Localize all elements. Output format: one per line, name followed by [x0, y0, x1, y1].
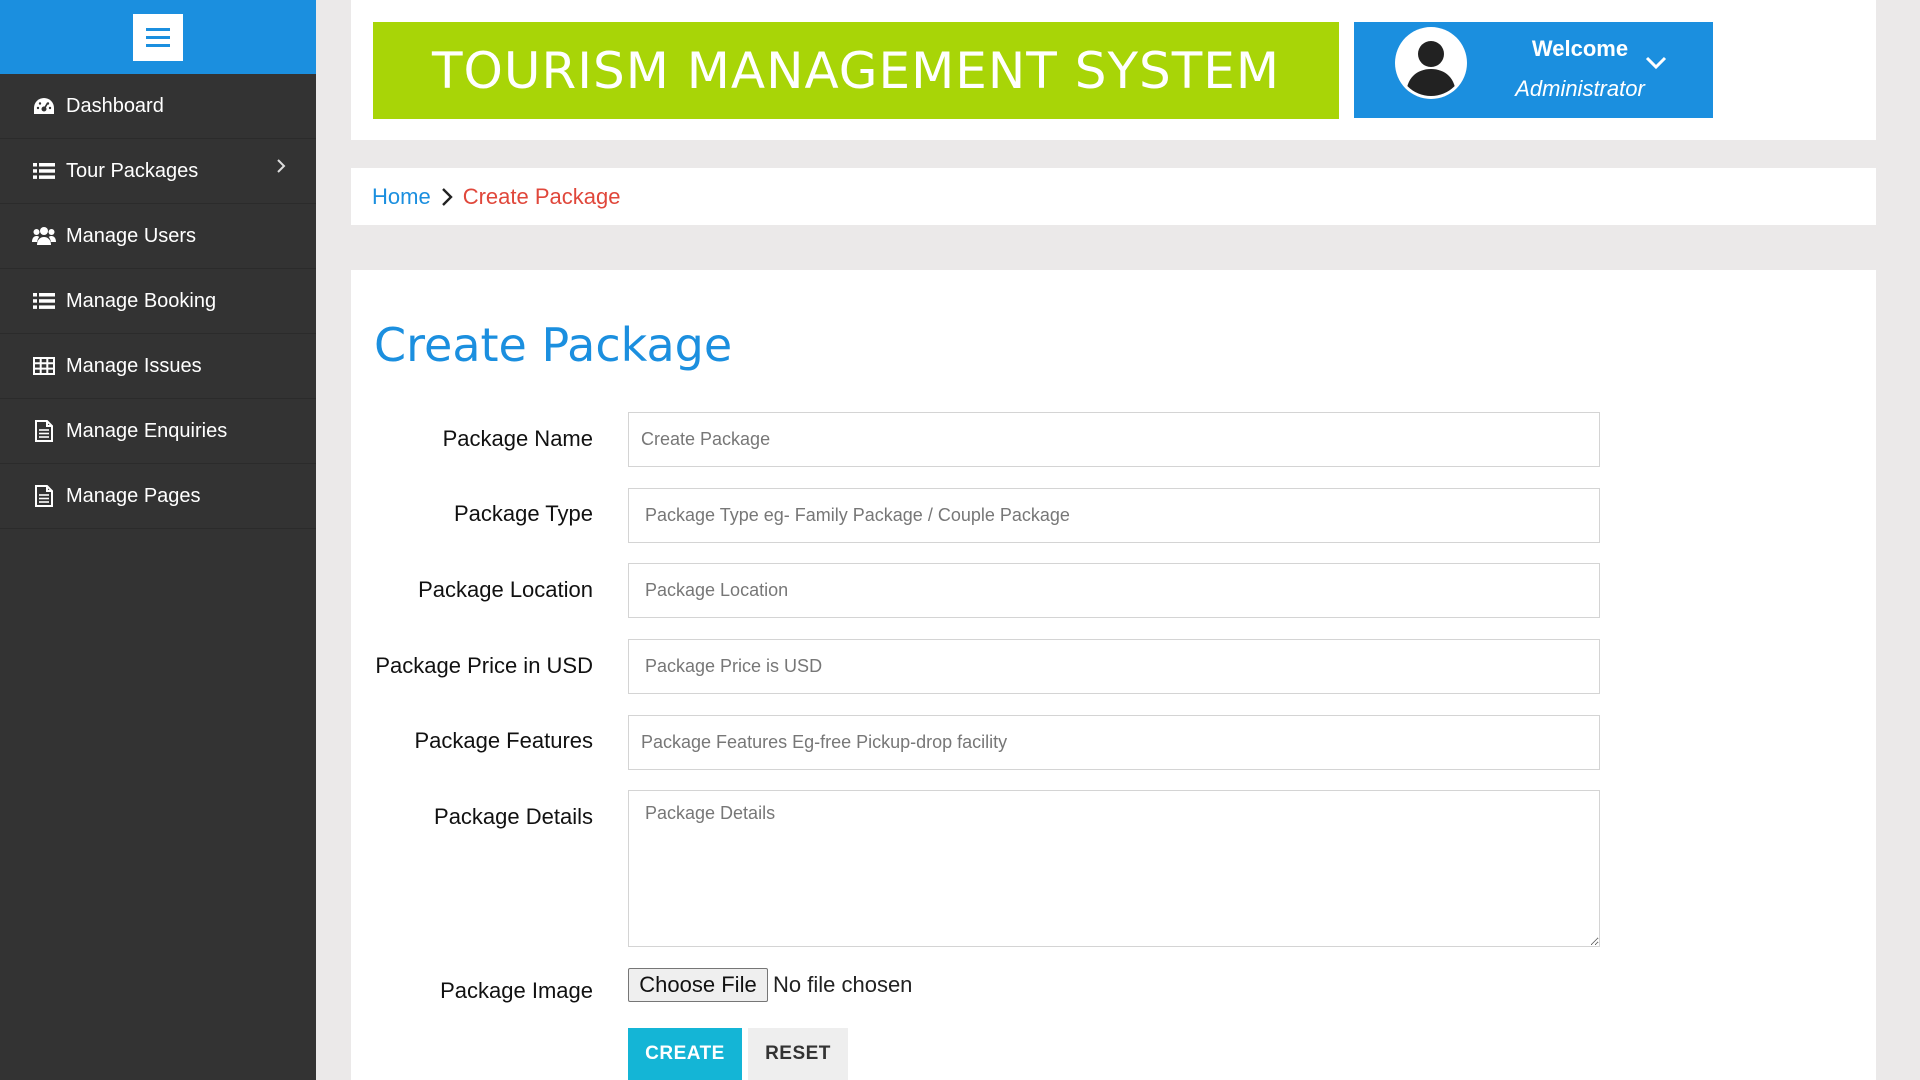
document-icon — [32, 485, 56, 507]
sidebar-item-manage-issues[interactable]: Manage Issues — [0, 334, 316, 399]
reset-button[interactable]: RESET — [748, 1028, 848, 1080]
sidebar: Dashboard Tour Packages Manage Users Man… — [0, 0, 316, 1080]
sidebar-item-manage-pages[interactable]: Manage Pages — [0, 464, 316, 529]
breadcrumb: Home Create Package — [351, 168, 1876, 225]
list-icon — [32, 290, 56, 312]
breadcrumb-current: Create Package — [462, 183, 621, 209]
sidebar-item-tour-packages[interactable]: Tour Packages — [0, 139, 316, 204]
package-price-label: Package Price in USD — [375, 653, 593, 678]
hamburger-line — [146, 35, 170, 39]
package-details-label: Package Details — [434, 804, 593, 829]
sidebar-item-label: Manage Users — [66, 224, 197, 247]
brand-banner: TOURISM MANAGEMENT SYSTEM — [373, 22, 1339, 119]
chevron-right-icon — [441, 187, 453, 207]
package-price-input[interactable] — [628, 639, 1600, 694]
users-icon — [32, 225, 56, 247]
welcome-text: Welcome — [1531, 36, 1629, 61]
document-icon — [32, 420, 56, 442]
package-name-input[interactable] — [628, 412, 1600, 467]
create-button[interactable]: CREATE — [628, 1028, 742, 1080]
sidebar-item-manage-booking[interactable]: Manage Booking — [0, 269, 316, 334]
menu-toggle-button[interactable] — [133, 13, 183, 61]
sidebar-item-manage-enquiries[interactable]: Manage Enquiries — [0, 399, 316, 464]
hamburger-line — [146, 27, 170, 31]
table-icon — [32, 355, 56, 377]
breadcrumb-home-link[interactable]: Home — [372, 184, 431, 210]
choose-file-button[interactable]: Choose File — [628, 968, 768, 1002]
package-location-label: Package Location — [418, 577, 593, 602]
hamburger-line — [146, 43, 170, 47]
sidebar-item-dashboard[interactable]: Dashboard — [0, 74, 316, 139]
package-details-textarea[interactable] — [628, 790, 1600, 947]
create-package-panel: Create Package Package Name Package Type… — [351, 270, 1876, 1080]
sidebar-item-label: Manage Pages — [66, 484, 201, 507]
sidebar-item-label: Manage Issues — [66, 354, 202, 377]
user-role: Administrator — [1515, 76, 1645, 101]
user-menu[interactable]: Welcome Administrator — [1354, 22, 1713, 118]
sidebar-item-label: Manage Booking — [66, 289, 217, 312]
package-type-input[interactable] — [628, 488, 1600, 543]
avatar — [1398, 30, 1464, 96]
file-status-text: No file chosen — [773, 972, 913, 997]
sidebar-item-manage-users[interactable]: Manage Users — [0, 204, 316, 269]
dashboard-icon — [32, 95, 56, 117]
list-icon — [32, 160, 56, 182]
page-title: Create Package — [374, 318, 733, 372]
package-name-label: Package Name — [442, 426, 593, 451]
package-features-label: Package Features — [414, 728, 593, 753]
package-image-label: Package Image — [440, 978, 593, 1003]
sidebar-item-label: Manage Enquiries — [66, 419, 228, 442]
sidebar-item-label: Tour Packages — [66, 159, 199, 182]
sidebar-header — [0, 0, 316, 74]
package-type-label: Package Type — [453, 501, 593, 526]
package-location-input[interactable] — [628, 563, 1600, 618]
app-title: TOURISM MANAGEMENT SYSTEM — [431, 41, 1281, 100]
package-features-input[interactable] — [628, 715, 1600, 770]
chevron-down-icon[interactable] — [1645, 56, 1667, 75]
sidebar-item-label: Dashboard — [66, 94, 164, 117]
chevron-right-icon — [276, 157, 286, 178]
